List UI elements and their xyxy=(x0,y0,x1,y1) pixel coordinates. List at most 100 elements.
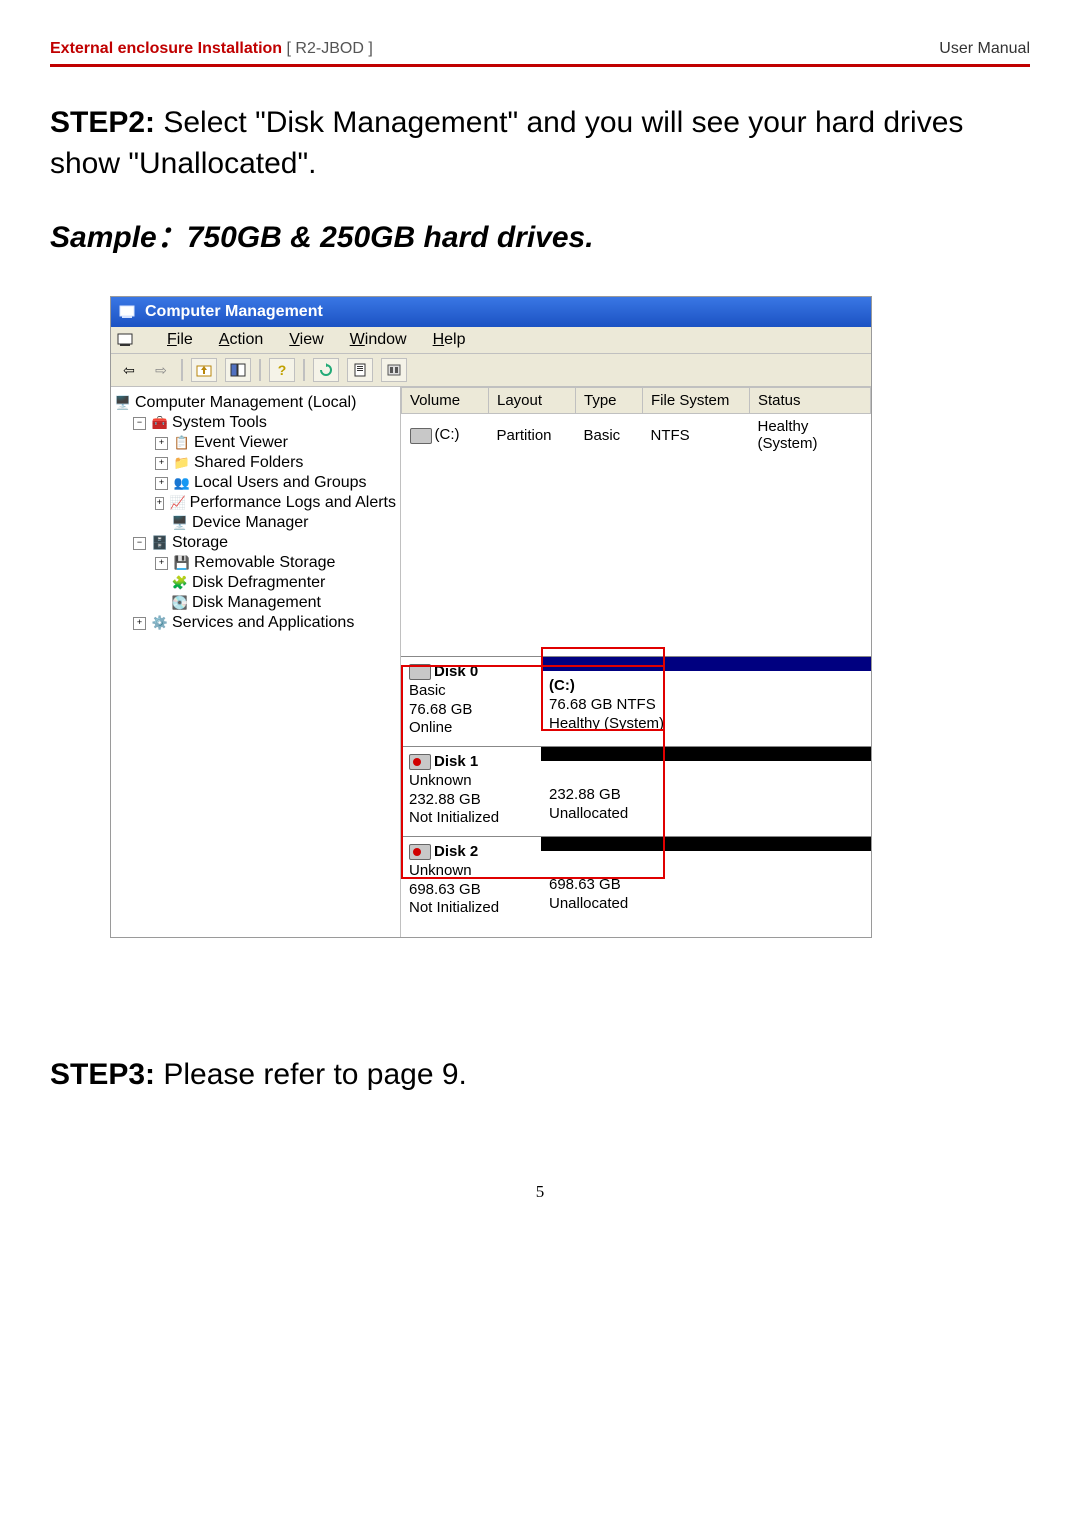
expand-icon[interactable]: + xyxy=(155,437,168,450)
cell-volume: (C:) xyxy=(435,426,460,443)
diskmgmt-icon: 💽 xyxy=(172,595,188,611)
header-title-gray: [ R2-JBOD ] xyxy=(282,40,373,57)
tree-label: Event Viewer xyxy=(194,434,288,452)
event-viewer-icon: 📋 xyxy=(174,435,190,451)
disk1-label-cell: Disk 1 Unknown 232.88 GB Not Initialized xyxy=(401,747,541,836)
tree-label: Disk Management xyxy=(192,594,321,612)
tree-root[interactable]: 🖥️ Computer Management (Local) xyxy=(115,393,396,413)
disk2-type: Unknown xyxy=(409,862,472,879)
tree-label: Disk Defragmenter xyxy=(192,574,325,592)
tree-defrag[interactable]: 🧩 Disk Defragmenter xyxy=(115,573,396,593)
tree-devmgr[interactable]: 🖥️ Device Manager xyxy=(115,513,396,533)
tree-systools[interactable]: − 🧰 System Tools xyxy=(115,413,396,433)
menubar: FFileile Action View Window Help xyxy=(111,327,871,354)
cell-type: Basic xyxy=(576,414,643,457)
toolbar-separator xyxy=(259,359,261,381)
expand-icon[interactable]: + xyxy=(155,497,164,510)
perf-icon: 📈 xyxy=(170,495,186,511)
tree-sharedfolders[interactable]: + 📁 Shared Folders xyxy=(115,453,396,473)
disk0-vol-size: 76.68 GB NTFS xyxy=(549,696,656,713)
step2-text: STEP2: Select "Disk Management" and you … xyxy=(50,103,1030,184)
menu-file[interactable]: FFileile xyxy=(167,331,193,349)
expand-icon[interactable]: + xyxy=(133,617,146,630)
tree-diskmgmt[interactable]: 💽 Disk Management xyxy=(115,593,396,613)
tree-services[interactable]: + ⚙️ Services and Applications xyxy=(115,613,396,633)
disk1-vol-size: 232.88 GB xyxy=(549,786,621,803)
disk2-vol-size: 698.63 GB xyxy=(549,876,621,893)
disk1-size: 232.88 GB xyxy=(409,791,481,808)
tree-storage[interactable]: − 🗄️ Storage xyxy=(115,533,396,553)
unallocated-bar xyxy=(541,837,871,851)
computer-icon: 🖥️ xyxy=(115,395,131,411)
disk0-type: Basic xyxy=(409,682,446,699)
menu-view[interactable]: View xyxy=(289,331,323,349)
col-layout[interactable]: Layout xyxy=(489,388,576,414)
disk2-vol-status: Unallocated xyxy=(549,895,628,912)
menu-help[interactable]: Help xyxy=(433,331,466,349)
header-right: User Manual xyxy=(939,40,1030,58)
disk-row-0[interactable]: Disk 0 Basic 76.68 GB Online (C:) 76.68 … xyxy=(401,656,871,746)
volume-table: Volume Layout Type File System Status (C… xyxy=(401,387,871,456)
system-menu-icon[interactable] xyxy=(117,331,135,349)
disk0-vol-name: (C:) xyxy=(549,677,575,694)
collapse-icon[interactable]: − xyxy=(133,537,146,550)
expand-icon[interactable]: + xyxy=(155,477,168,490)
computer-management-window: Computer Management FFileile Action View… xyxy=(110,296,872,938)
volume-row[interactable]: (C:) Partition Basic NTFS Healthy (Syste… xyxy=(402,414,871,457)
tree-label: Local Users and Groups xyxy=(194,474,367,492)
window-titlebar[interactable]: Computer Management xyxy=(111,297,871,327)
toolbar: ⇦ ⇨ ? xyxy=(111,354,871,387)
up-folder-button[interactable] xyxy=(191,358,217,382)
disk2-size: 698.63 GB xyxy=(409,881,481,898)
disk0-name: Disk 0 xyxy=(434,663,478,680)
disk-icon xyxy=(409,664,431,680)
col-fs[interactable]: File System xyxy=(643,388,750,414)
page-header: External enclosure Installation [ R2-JBO… xyxy=(50,40,1030,58)
disk2-status: Not Initialized xyxy=(409,899,499,916)
disk-row-2[interactable]: Disk 2 Unknown 698.63 GB Not Initialized… xyxy=(401,836,871,926)
show-hide-tree-button[interactable] xyxy=(225,358,251,382)
tools-icon: 🧰 xyxy=(152,415,168,431)
tree-label: Performance Logs and Alerts xyxy=(190,494,396,512)
disk-row-1[interactable]: Disk 1 Unknown 232.88 GB Not Initialized… xyxy=(401,746,871,836)
menu-window[interactable]: Window xyxy=(350,331,407,349)
collapse-icon[interactable]: − xyxy=(133,417,146,430)
step2-body: Select "Disk Management" and you will se… xyxy=(50,106,963,180)
expand-icon[interactable]: + xyxy=(155,557,168,570)
toolbar-separator xyxy=(181,359,183,381)
col-type[interactable]: Type xyxy=(576,388,643,414)
disk1-vol-status: Unallocated xyxy=(549,805,628,822)
tree-perflogs[interactable]: + 📈 Performance Logs and Alerts xyxy=(115,493,396,513)
device-manager-icon: 🖥️ xyxy=(172,515,188,531)
disk2-label-cell: Disk 2 Unknown 698.63 GB Not Initialized xyxy=(401,837,541,926)
refresh-button[interactable] xyxy=(313,358,339,382)
tree-removable[interactable]: + 💾 Removable Storage xyxy=(115,553,396,573)
properties-button[interactable] xyxy=(347,358,373,382)
toolbar-separator xyxy=(303,359,305,381)
tree-localusers[interactable]: + 👥 Local Users and Groups xyxy=(115,473,396,493)
disk2-name: Disk 2 xyxy=(434,843,478,860)
disk1-name: Disk 1 xyxy=(434,753,478,770)
tree-label: Services and Applications xyxy=(172,614,354,632)
extra-button[interactable] xyxy=(381,358,407,382)
services-icon: ⚙️ xyxy=(152,615,168,631)
menu-action[interactable]: Action xyxy=(219,331,263,349)
disk-uninit-icon xyxy=(409,754,431,770)
partition-bar xyxy=(541,657,871,671)
help-button[interactable]: ? xyxy=(269,358,295,382)
back-button[interactable]: ⇦ xyxy=(117,359,141,381)
disk1-type: Unknown xyxy=(409,772,472,789)
volume-icon xyxy=(410,428,432,444)
tree-label: Device Manager xyxy=(192,514,309,532)
disk2-volume-cell[interactable]: 698.63 GB Unallocated xyxy=(541,837,871,926)
step3-text: STEP3: Please refer to page 9. xyxy=(50,1058,1030,1092)
tree-eventviewer[interactable]: + 📋 Event Viewer xyxy=(115,433,396,453)
unallocated-bar xyxy=(541,747,871,761)
disk0-volume-cell[interactable]: (C:) 76.68 GB NTFS Healthy (System) xyxy=(541,657,871,746)
col-status[interactable]: Status xyxy=(750,388,871,414)
defrag-icon: 🧩 xyxy=(172,575,188,591)
window-title: Computer Management xyxy=(145,303,323,321)
col-volume[interactable]: Volume xyxy=(402,388,489,414)
disk1-volume-cell[interactable]: 232.88 GB Unallocated xyxy=(541,747,871,836)
expand-icon[interactable]: + xyxy=(155,457,168,470)
